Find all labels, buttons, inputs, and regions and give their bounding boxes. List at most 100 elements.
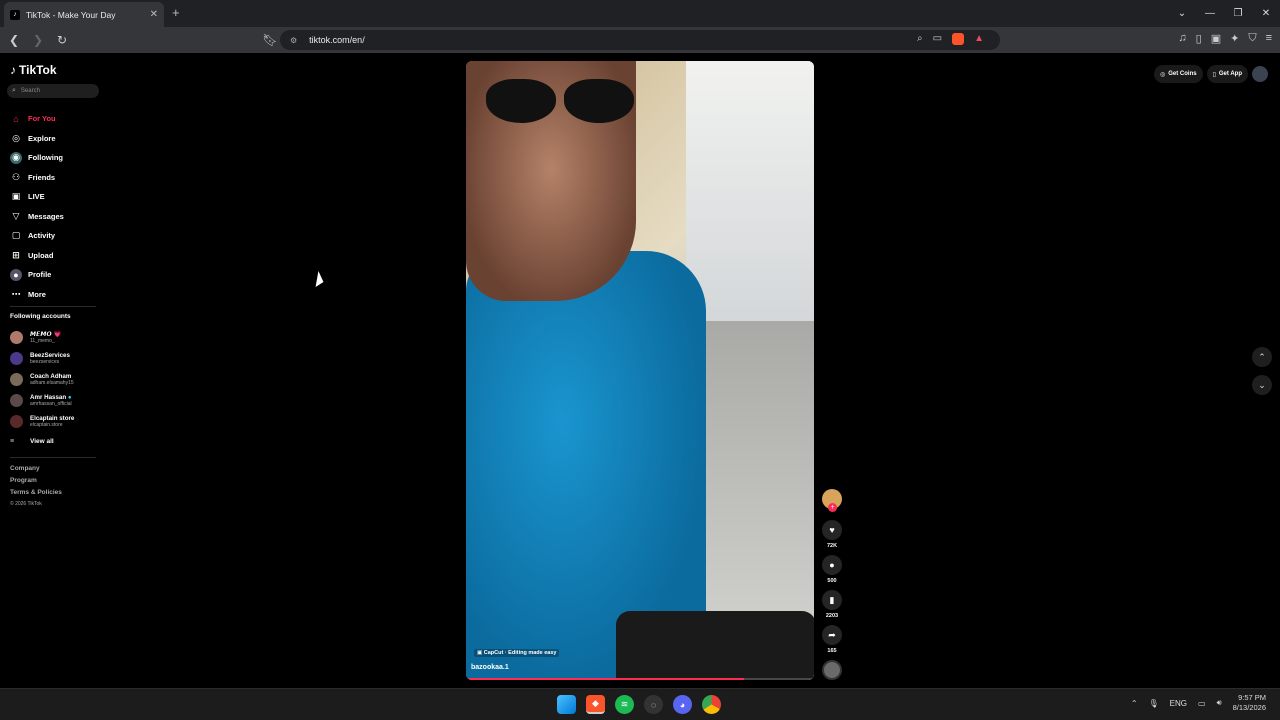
like-action[interactable]: ♥ 72K	[822, 520, 842, 549]
view-all-button[interactable]: ≡ View all	[10, 432, 74, 450]
app-icon[interactable]: ◌	[644, 695, 663, 714]
sidebar-icon[interactable]: ▯	[1196, 32, 1202, 45]
vpn-icon[interactable]: ⛉	[1248, 32, 1256, 45]
next-video-button[interactable]: ⌄	[1252, 375, 1272, 395]
back-icon[interactable]: ❮	[4, 33, 24, 47]
spotify-icon[interactable]: ≋	[615, 695, 634, 714]
zoom-icon[interactable]: ⌕	[917, 33, 923, 45]
following-icon: ◉	[10, 151, 22, 164]
tiktok-logo[interactable]: ♪ TikTok	[10, 63, 57, 77]
video-frame-sunglasses	[486, 79, 636, 129]
cast-icon[interactable]: ▭	[933, 33, 942, 45]
windows-start-icon[interactable]	[557, 695, 576, 714]
minimize-button[interactable]: —	[1196, 8, 1224, 19]
capcut-tag-text: CapCut · Editing made easy	[483, 650, 557, 656]
video-player[interactable]: ▣ CapCut · Editing made easy bazookaa.1	[466, 61, 814, 680]
search-icon: ⌕	[12, 87, 16, 94]
footer-link-program[interactable]: Program	[10, 477, 62, 489]
leo-ai-icon[interactable]: ✦	[1230, 32, 1239, 45]
language-indicator[interactable]: ENG	[1170, 699, 1187, 708]
share-count: 165	[827, 648, 837, 654]
account-item[interactable]: Amr Hassan ● amrhassan_official	[10, 390, 74, 411]
bookmark-icon[interactable]: 🔖︎	[260, 33, 280, 47]
user-avatar[interactable]	[1252, 66, 1268, 82]
sidebar-item-live[interactable]: ▣ LIVE	[10, 187, 64, 207]
account-name: Coach Adham	[30, 373, 72, 380]
tray-overflow-icon[interactable]: ⌃	[1131, 699, 1138, 708]
profile-icon: ●	[10, 268, 22, 281]
account-name-text: Amr Hassan	[30, 394, 67, 401]
footer-link-terms[interactable]: Terms & Policies	[10, 489, 62, 501]
browser-tab[interactable]: ♪ TikTok - Make Your Day ✕	[4, 2, 164, 27]
video-username[interactable]: bazookaa.1	[471, 664, 509, 671]
address-bar[interactable]: ⚙ tiktok.com/en/ ⌕ ▭ ▲	[280, 30, 1000, 50]
sidebar-item-upload[interactable]: ⊞ Upload	[10, 246, 64, 266]
brave-browser-icon[interactable]: ◆	[586, 695, 605, 714]
browser-tab-strip: ♪ TikTok - Make Your Day ✕ + ⌄ — ❐ ✕	[0, 0, 1280, 27]
tab-title: TikTok - Make Your Day	[26, 9, 116, 20]
coin-icon: ◎	[1159, 71, 1166, 78]
capcut-tag[interactable]: ▣ CapCut · Editing made easy	[474, 649, 560, 657]
share-action[interactable]: ➦ 165	[822, 625, 842, 654]
sidebar-item-friends[interactable]: ⚇ Friends	[10, 168, 64, 188]
close-window-button[interactable]: ✕	[1252, 8, 1280, 19]
account-item[interactable]: BeezServices beezservices	[10, 348, 74, 369]
avatar	[10, 352, 23, 365]
messages-icon: ▽	[12, 210, 20, 221]
network-icon[interactable]: ▭	[1198, 699, 1206, 708]
tab-search-icon[interactable]: ⌄	[1168, 8, 1196, 19]
maximize-button[interactable]: ❐	[1224, 8, 1252, 19]
sidebar-menu: ⌂ For You ◎ Explore ◉ Following ⚇ Friends ▣ L…	[10, 109, 64, 304]
discord-icon[interactable]: ◕	[673, 695, 692, 714]
reload-icon[interactable]: ↻	[52, 33, 72, 47]
capcut-icon: ▣	[477, 650, 483, 656]
creator-avatar[interactable]: +	[822, 489, 842, 512]
browser-toolbar: ❮ ❯ ↻ 🔖︎ ⚙ tiktok.com/en/ ⌕ ▭ ▲ ♫ ▯ ▣ ✦ …	[0, 27, 1280, 53]
music-disc-icon[interactable]	[822, 660, 842, 680]
menu-icon[interactable]: ≡	[1266, 32, 1272, 45]
sidebar-item-activity[interactable]: ▢ Activity	[10, 226, 64, 246]
get-app-button[interactable]: ▯ Get App	[1206, 65, 1248, 83]
forward-icon[interactable]: ❯	[28, 33, 48, 47]
sidebar-item-more[interactable]: ⋯ More	[10, 285, 64, 305]
sidebar-item-explore[interactable]: ◎ Explore	[10, 129, 64, 149]
account-item[interactable]: 𝙈𝙀𝙈𝙊 💗 11_memo_	[10, 327, 74, 348]
url-text: tiktok.com/en/	[309, 35, 365, 45]
account-name: Amr Hassan ●	[30, 394, 72, 401]
account-handle: adham.elsamahy15	[30, 380, 74, 386]
media-icon[interactable]: ♫	[1178, 32, 1186, 45]
sidebar-footer: Company Program Terms & Policies © 2026 …	[10, 465, 62, 513]
wallet-icon[interactable]: ▣	[1211, 32, 1221, 45]
brave-shield-icon[interactable]	[952, 33, 965, 45]
follow-plus-icon[interactable]: +	[828, 503, 837, 512]
sidebar-item-messages[interactable]: ▽ Messages	[10, 207, 64, 227]
verified-icon: ●	[67, 394, 72, 401]
sidebar-divider	[10, 457, 96, 458]
chrome-icon[interactable]	[702, 695, 721, 714]
tab-close-icon[interactable]: ✕	[150, 9, 158, 20]
account-item[interactable]: Elcaptain store elcaptain.store	[10, 411, 74, 432]
save-action[interactable]: ▮ 2203	[822, 590, 842, 619]
get-coins-button[interactable]: ◎ Get Coins	[1153, 65, 1203, 83]
sidebar-item-profile[interactable]: ● Profile	[10, 265, 64, 285]
brave-rewards-icon[interactable]: ▲	[974, 33, 984, 45]
toolbar-extensions: ♫ ▯ ▣ ✦ ⛉ ≡	[1178, 32, 1272, 45]
account-item[interactable]: Coach Adham adham.elsamahy15	[10, 369, 74, 390]
new-tab-button[interactable]: +	[172, 5, 180, 20]
upload-icon: ⊞	[12, 249, 20, 260]
get-app-label: Get App	[1218, 71, 1242, 77]
sidebar-item-following[interactable]: ◉ Following	[10, 148, 64, 168]
search-input[interactable]: ⌕ Search	[7, 84, 99, 98]
volume-icon[interactable]: 🔊︎	[1217, 698, 1222, 708]
bookmark-icon: ▮	[822, 590, 842, 610]
footer-link-company[interactable]: Company	[10, 465, 62, 477]
sidebar-item-label: LIVE	[28, 192, 45, 202]
video-progress-bar[interactable]	[466, 678, 814, 680]
sidebar-item-for-you[interactable]: ⌂ For You	[10, 109, 64, 129]
video-frame-camera	[616, 611, 814, 680]
site-info-icon[interactable]: ⚙	[290, 36, 297, 45]
previous-video-button[interactable]: ⌃	[1252, 347, 1272, 367]
comment-action[interactable]: ● 500	[822, 555, 842, 584]
microphone-icon[interactable]: 🎙︎	[1149, 699, 1159, 708]
taskbar-clock[interactable]: 9:57 PM 8/13/2026	[1233, 693, 1266, 713]
